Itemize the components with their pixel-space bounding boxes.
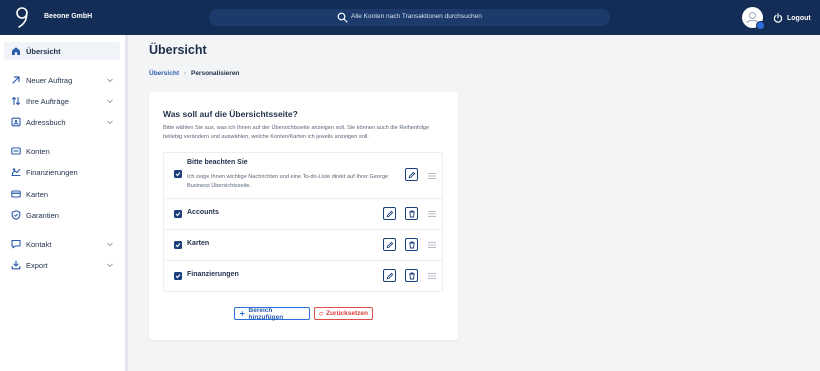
list-item: Accounts xyxy=(164,199,442,230)
edit-button[interactable] xyxy=(383,269,396,282)
sidebar-item-adressbuch[interactable]: Adressbuch xyxy=(4,113,120,131)
plus-icon xyxy=(239,311,245,316)
sidebar-item-finanzierungen[interactable]: Finanzierungen xyxy=(4,163,120,181)
chevron-right-icon: › xyxy=(183,70,186,77)
top-bar: Beeone GmbH Alle Konten nach Transaktion… xyxy=(0,0,820,35)
section-list: Bitte beachten Sie Ich zeige Ihnen wicht… xyxy=(163,152,443,292)
drag-handle-icon[interactable] xyxy=(428,211,436,217)
sidebar-item-label: Konten xyxy=(26,146,50,156)
check-icon xyxy=(175,172,181,177)
search-icon xyxy=(337,12,348,23)
reset-label: Zurücksetzen xyxy=(326,310,368,317)
settings-badge-icon[interactable] xyxy=(756,21,765,30)
section-subtitle: Ich zeige Ihnen wichtige Nachrichten und… xyxy=(187,174,389,189)
company-name: Beeone GmbH xyxy=(44,13,93,20)
sidebar-item-konten[interactable]: Konten xyxy=(4,142,120,160)
section-title: Finanzierungen xyxy=(187,271,239,278)
delete-button[interactable] xyxy=(405,207,418,220)
arrow-up-right-icon xyxy=(10,75,21,86)
sidebar-item-kontakt[interactable]: Kontakt xyxy=(4,235,120,253)
chevron-down-icon[interactable] xyxy=(106,97,114,105)
pencil-icon xyxy=(408,171,415,178)
pencil-icon xyxy=(386,241,393,248)
delete-button[interactable] xyxy=(405,269,418,282)
check-icon xyxy=(175,274,181,279)
logout-button[interactable]: Logout xyxy=(773,12,811,24)
edit-button[interactable] xyxy=(383,207,396,220)
edit-button[interactable] xyxy=(383,238,396,251)
chevron-down-icon[interactable] xyxy=(106,240,114,248)
drag-handle-icon[interactable] xyxy=(428,173,436,179)
drag-handle-icon[interactable] xyxy=(428,273,436,279)
sidebar-item-garantien[interactable]: Garantien xyxy=(4,206,120,224)
chevron-down-icon[interactable] xyxy=(106,76,114,84)
sidebar-item-label: Ihre Aufträge xyxy=(26,96,69,106)
check-icon xyxy=(175,243,181,248)
pencil-icon xyxy=(386,210,393,217)
sidebar-item-karten[interactable]: Karten xyxy=(4,185,120,203)
list-item: Finanzierungen xyxy=(164,261,442,291)
add-section-button[interactable]: Bereich hinzufügen xyxy=(234,306,310,321)
george-logo-icon[interactable] xyxy=(14,6,30,28)
sidebar-item-ihre-auftraege[interactable]: Ihre Aufträge xyxy=(4,92,120,110)
search-placeholder: Alle Konten nach Transaktionen durchsuch… xyxy=(351,13,482,20)
sidebar-item-label: Kontakt xyxy=(26,239,52,249)
list-item: Bitte beachten Sie Ich zeige Ihnen wicht… xyxy=(164,153,442,199)
section-checkbox[interactable] xyxy=(174,272,182,280)
edit-button[interactable] xyxy=(405,168,418,181)
section-checkbox[interactable] xyxy=(174,170,182,178)
reset-button[interactable]: Zurücksetzen xyxy=(314,307,373,320)
delete-button[interactable] xyxy=(405,238,418,251)
sidebar-item-label: Karten xyxy=(26,189,49,199)
breadcrumb: Übersicht › Personalisieren xyxy=(149,70,239,77)
logout-label: Logout xyxy=(787,14,811,22)
arrows-swap-icon xyxy=(10,96,21,107)
power-icon xyxy=(773,13,783,23)
pencil-icon xyxy=(386,272,393,279)
home-icon xyxy=(10,46,21,57)
sidebar: Übersicht Neuer Auftrag Ihre Aufträge Ad… xyxy=(0,35,128,371)
trash-icon xyxy=(408,272,415,279)
personalize-card: Was soll auf die Übersichtsseite? Bitte … xyxy=(149,92,458,340)
section-checkbox[interactable] xyxy=(174,241,182,249)
chevron-down-icon[interactable] xyxy=(106,261,114,269)
contact-card-icon xyxy=(10,117,21,128)
shield-icon xyxy=(10,210,21,221)
chevron-down-icon[interactable] xyxy=(106,118,114,126)
reset-icon xyxy=(319,311,323,316)
sidebar-item-label: Übersicht xyxy=(26,46,61,56)
breadcrumb-current: Personalisieren xyxy=(190,70,240,77)
sidebar-item-label: Adressbuch xyxy=(26,117,66,127)
breadcrumb-link[interactable]: Übersicht xyxy=(149,70,179,77)
list-item: Karten xyxy=(164,230,442,261)
financing-icon xyxy=(10,167,21,178)
drag-handle-icon[interactable] xyxy=(428,242,436,248)
section-title: Accounts xyxy=(187,209,219,216)
sidebar-item-label: Neuer Auftrag xyxy=(26,75,73,85)
page-title: Übersicht xyxy=(149,43,207,57)
sidebar-item-uebersicht[interactable]: Übersicht xyxy=(4,42,120,60)
card-icon xyxy=(10,189,21,200)
add-section-label: Bereich hinzufügen xyxy=(248,306,284,321)
search-bar[interactable]: Alle Konten nach Transaktionen durchsuch… xyxy=(209,9,610,26)
sidebar-item-label: Export xyxy=(26,260,48,270)
check-icon xyxy=(175,212,181,217)
sidebar-item-label: Garantien xyxy=(26,210,59,220)
section-checkbox[interactable] xyxy=(174,210,182,218)
card-description: Bitte wählen Sie aus, was ich Ihnen auf … xyxy=(163,125,430,140)
section-title: Karten xyxy=(187,240,210,247)
trash-icon xyxy=(408,241,415,248)
card-title: Was soll auf die Übersichtsseite? xyxy=(163,109,298,119)
download-icon xyxy=(10,260,21,271)
chat-icon xyxy=(10,239,21,250)
sidebar-item-neuer-auftrag[interactable]: Neuer Auftrag xyxy=(4,71,120,89)
sidebar-item-export[interactable]: Export xyxy=(4,256,120,274)
sidebar-item-label: Finanzierungen xyxy=(26,167,78,177)
section-title: Bitte beachten Sie xyxy=(187,159,248,166)
account-icon xyxy=(10,146,21,157)
trash-icon xyxy=(408,210,415,217)
